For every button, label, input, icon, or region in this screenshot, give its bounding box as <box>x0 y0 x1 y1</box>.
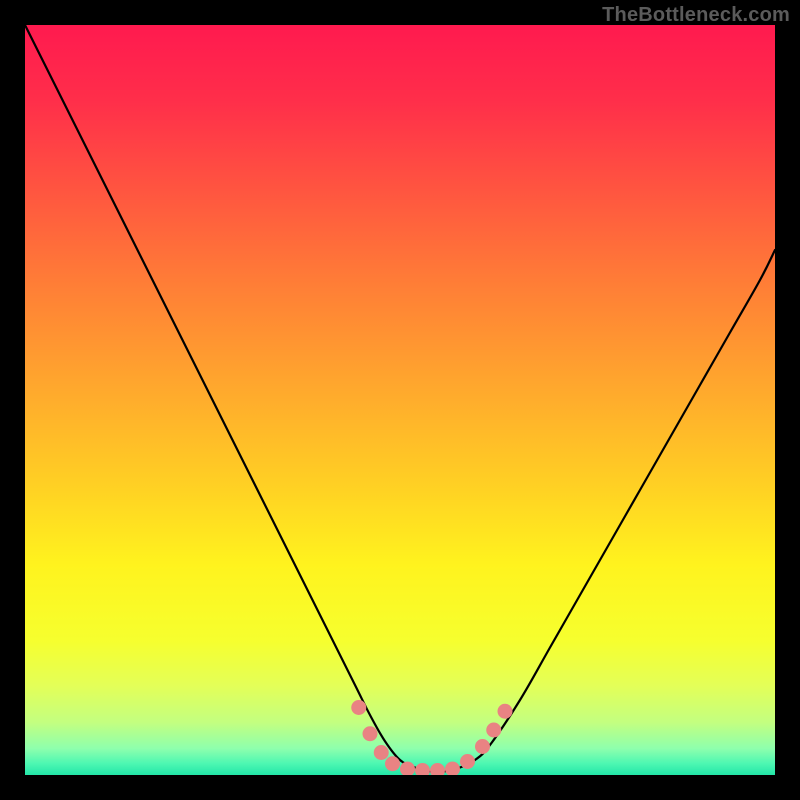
chart-frame: TheBottleneck.com <box>0 0 800 800</box>
marker-dot <box>486 723 501 738</box>
marker-dot <box>400 762 415 776</box>
marker-dot <box>415 763 430 775</box>
marker-dot <box>445 762 460 776</box>
marker-dot <box>385 756 400 771</box>
watermark-text: TheBottleneck.com <box>602 4 790 27</box>
marker-dot <box>475 739 490 754</box>
marker-dot <box>460 754 475 769</box>
marker-dot <box>374 745 389 760</box>
plot-area <box>25 25 775 775</box>
bottleneck-curve <box>25 25 775 772</box>
marker-dot <box>430 763 445 775</box>
chart-svg <box>25 25 775 775</box>
highlight-markers <box>351 700 512 775</box>
marker-dot <box>363 726 378 741</box>
marker-dot <box>351 700 366 715</box>
marker-dot <box>498 704 513 719</box>
